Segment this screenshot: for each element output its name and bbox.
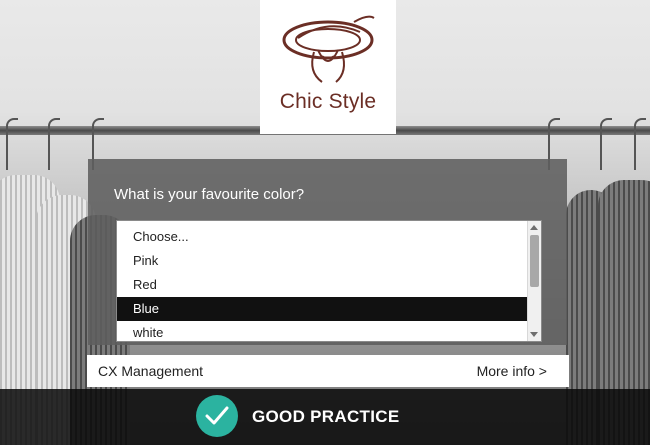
hanger-hook: [634, 118, 646, 170]
more-info-link[interactable]: More info >: [477, 363, 547, 379]
checkmark-badge: [196, 395, 238, 437]
hanger-hook: [600, 118, 612, 170]
scroll-down-icon[interactable]: [530, 332, 538, 337]
cx-management-label: CX Management: [98, 363, 204, 379]
options-list: Choose... Pink Red Blue white: [117, 225, 527, 341]
option-red[interactable]: Red: [117, 273, 527, 297]
option-pink[interactable]: Pink: [117, 249, 527, 273]
color-listbox[interactable]: Choose... Pink Red Blue white: [116, 220, 542, 342]
scroll-thumb[interactable]: [530, 235, 539, 287]
cx-management-bar: CX Management More info >: [87, 355, 569, 387]
logo: Chic Style: [260, 0, 396, 134]
option-blue[interactable]: Blue: [117, 297, 527, 321]
listbox-scrollbar[interactable]: [527, 221, 541, 341]
hanger-hook: [48, 118, 60, 170]
question-label: What is your favourite color?: [114, 186, 305, 203]
woman-hat-illustration-icon: [282, 15, 375, 83]
option-white[interactable]: white: [117, 321, 527, 341]
brand-name: Chic Style: [279, 90, 377, 113]
hanger-hook: [6, 118, 18, 170]
good-practice-label: GOOD PRACTICE: [252, 407, 400, 426]
option-choose[interactable]: Choose...: [117, 225, 527, 249]
scroll-up-icon[interactable]: [530, 225, 538, 230]
checkmark-icon: [205, 406, 229, 425]
